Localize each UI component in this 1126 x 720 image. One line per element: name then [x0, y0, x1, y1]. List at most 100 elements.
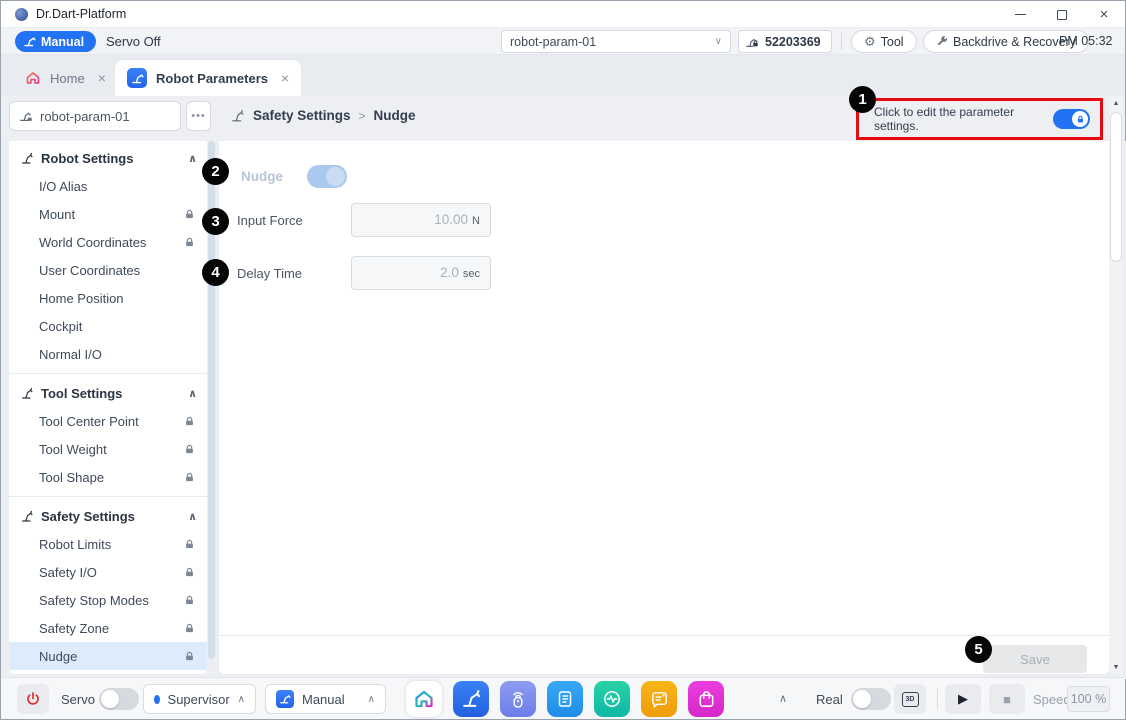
jog-app-icon[interactable]: [500, 681, 536, 717]
section-robot-settings[interactable]: Robot Settings ∧: [9, 144, 207, 172]
robot-parameters-app-icon[interactable]: [453, 681, 489, 717]
servo-toggle[interactable]: [99, 688, 139, 710]
scroll-up-icon[interactable]: ▲: [1109, 96, 1123, 110]
tab-robot-parameters[interactable]: Robot Parameters ×: [115, 60, 301, 96]
breadcrumb-section[interactable]: Safety Settings: [253, 108, 351, 123]
mode-dropdown[interactable]: Manual ∧: [265, 684, 386, 714]
sidebar-item-safety-stop-modes[interactable]: Safety Stop Modes: [9, 586, 207, 614]
real-toggle[interactable]: [851, 688, 891, 710]
annotation-marker-4: 4: [202, 259, 229, 286]
robot-arm-icon: [23, 35, 36, 48]
maximize-button[interactable]: [1041, 1, 1083, 28]
monitoring-app-icon[interactable]: [594, 681, 630, 717]
sidebar-item-tool-shape[interactable]: Tool Shape: [9, 463, 207, 491]
app-logo-icon: [15, 8, 28, 21]
sidebar-item-normal-io[interactable]: Normal I/O: [9, 340, 207, 368]
sidebar-item-home-position[interactable]: Home Position: [9, 284, 207, 312]
sidebar-item-tool-weight[interactable]: Tool Weight: [9, 435, 207, 463]
robot-arm-icon: [21, 510, 34, 523]
home-icon: [25, 70, 41, 86]
wrench-icon: [936, 36, 948, 48]
play-button[interactable]: ▶: [945, 684, 981, 714]
lock-icon: [184, 595, 195, 606]
scrollbar-thumb[interactable]: [1110, 112, 1122, 262]
chevron-up-icon[interactable]: ∧: [188, 152, 197, 165]
task-writer-app-icon[interactable]: [547, 681, 583, 717]
chevron-up-icon[interactable]: ∧: [188, 510, 197, 523]
sidebar-item-robot-limits[interactable]: Robot Limits: [9, 530, 207, 558]
speed-value-field[interactable]: 100 %: [1067, 686, 1110, 712]
sidebar-item-safety-zone[interactable]: Safety Zone: [9, 614, 207, 642]
breadcrumb: Safety Settings > Nudge: [231, 108, 416, 123]
nudge-toggle[interactable]: [307, 165, 347, 188]
close-icon: ×: [1100, 7, 1109, 22]
edit-notice-text: Click to edit the parameter settings.: [874, 105, 1053, 133]
lock-icon: [184, 539, 195, 550]
close-icon[interactable]: ×: [281, 70, 289, 86]
robot-arm-icon: [231, 109, 245, 123]
app-window: Dr.Dart-Platform × Manual Servo Off robo…: [0, 0, 1126, 720]
sidebar-item-tool-center-point[interactable]: Tool Center Point: [9, 407, 207, 435]
body-area: Robot Settings ∧ I/O Alias Mount World C…: [1, 141, 1126, 679]
robot-arm-icon: [21, 152, 34, 165]
param-menu-button[interactable]: •••: [186, 101, 211, 131]
dock-expand-icon[interactable]: ∧: [779, 692, 787, 705]
annotation-marker-3: 3: [202, 208, 229, 235]
settings-nav-panel: Robot Settings ∧ I/O Alias Mount World C…: [9, 141, 207, 674]
gear-icon: ⚙: [864, 35, 876, 48]
input-force-field[interactable]: 10.00 N: [351, 203, 491, 237]
tab-home[interactable]: Home ×: [13, 60, 118, 96]
message-app-icon[interactable]: [641, 681, 677, 717]
robot-arm-icon: [19, 109, 33, 123]
bottom-taskbar: Servo Supervisor ∧ Manual ∧: [1, 677, 1125, 719]
sidebar-item-mount[interactable]: Mount: [9, 200, 207, 228]
stop-button[interactable]: ■: [989, 684, 1025, 714]
role-status-dot: [154, 695, 160, 704]
servo-toggle-label: Servo: [61, 678, 95, 720]
3d-view-button[interactable]: 3D: [894, 684, 926, 714]
robot-lock-icon: [745, 35, 759, 49]
robot-arm-icon: [21, 387, 34, 400]
edit-parameters-callout: Click to edit the parameter settings.: [856, 98, 1103, 140]
sidebar-item-user-coordinates[interactable]: User Coordinates: [9, 256, 207, 284]
sidebar-item-safety-io[interactable]: Safety I/O: [9, 558, 207, 586]
sidebar-item-world-coordinates[interactable]: World Coordinates: [9, 228, 207, 256]
chevron-up-icon: ∧: [368, 694, 375, 705]
role-dropdown[interactable]: Supervisor ∧: [143, 684, 256, 714]
power-button[interactable]: [17, 684, 49, 714]
sidebar-item-io-alias[interactable]: I/O Alias: [9, 172, 207, 200]
app-dock: [406, 681, 724, 717]
input-force-label: Input Force: [237, 213, 351, 228]
chevron-up-icon[interactable]: ∧: [188, 387, 197, 400]
sidebar-item-nudge[interactable]: Nudge: [9, 642, 207, 670]
minimize-button[interactable]: [999, 1, 1041, 28]
lock-icon: [184, 416, 195, 427]
chevron-up-icon: ∧: [238, 694, 245, 705]
annotation-marker-1: 1: [849, 86, 876, 113]
annotation-marker-2: 2: [202, 158, 229, 185]
home-app-icon[interactable]: [406, 681, 442, 717]
section-safety-settings[interactable]: Safety Settings ∧: [9, 502, 207, 530]
edit-lock-toggle[interactable]: [1053, 109, 1090, 129]
taskbar-divider: [937, 689, 938, 709]
lock-icon: [184, 651, 195, 662]
scroll-down-icon[interactable]: ▼: [1109, 660, 1123, 674]
param-name-field[interactable]: robot-param-01: [9, 101, 181, 131]
section-tool-settings[interactable]: Tool Settings ∧: [9, 379, 207, 407]
close-icon[interactable]: ×: [98, 70, 106, 86]
3d-view-icon: 3D: [902, 692, 919, 707]
lock-icon: [184, 567, 195, 578]
sidebar-item-cockpit[interactable]: Cockpit: [9, 312, 207, 340]
top-toolbar: Manual Servo Off robot-param-01 ∨ 522033…: [1, 28, 1125, 55]
delay-time-label: Delay Time: [237, 266, 351, 281]
manual-mode-button[interactable]: Manual: [15, 31, 96, 52]
robot-param-dropdown[interactable]: robot-param-01 ∨: [501, 30, 731, 53]
close-button[interactable]: ×: [1083, 1, 1125, 28]
store-app-icon[interactable]: [688, 681, 724, 717]
save-button[interactable]: Save: [983, 645, 1087, 673]
tool-button[interactable]: ⚙ Tool: [851, 30, 917, 53]
breadcrumb-page: Nudge: [374, 108, 416, 123]
main-scrollbar[interactable]: ▲ ▼: [1109, 96, 1123, 674]
delay-time-field[interactable]: 2.0 sec: [351, 256, 491, 290]
robot-parameters-icon: [127, 68, 147, 88]
